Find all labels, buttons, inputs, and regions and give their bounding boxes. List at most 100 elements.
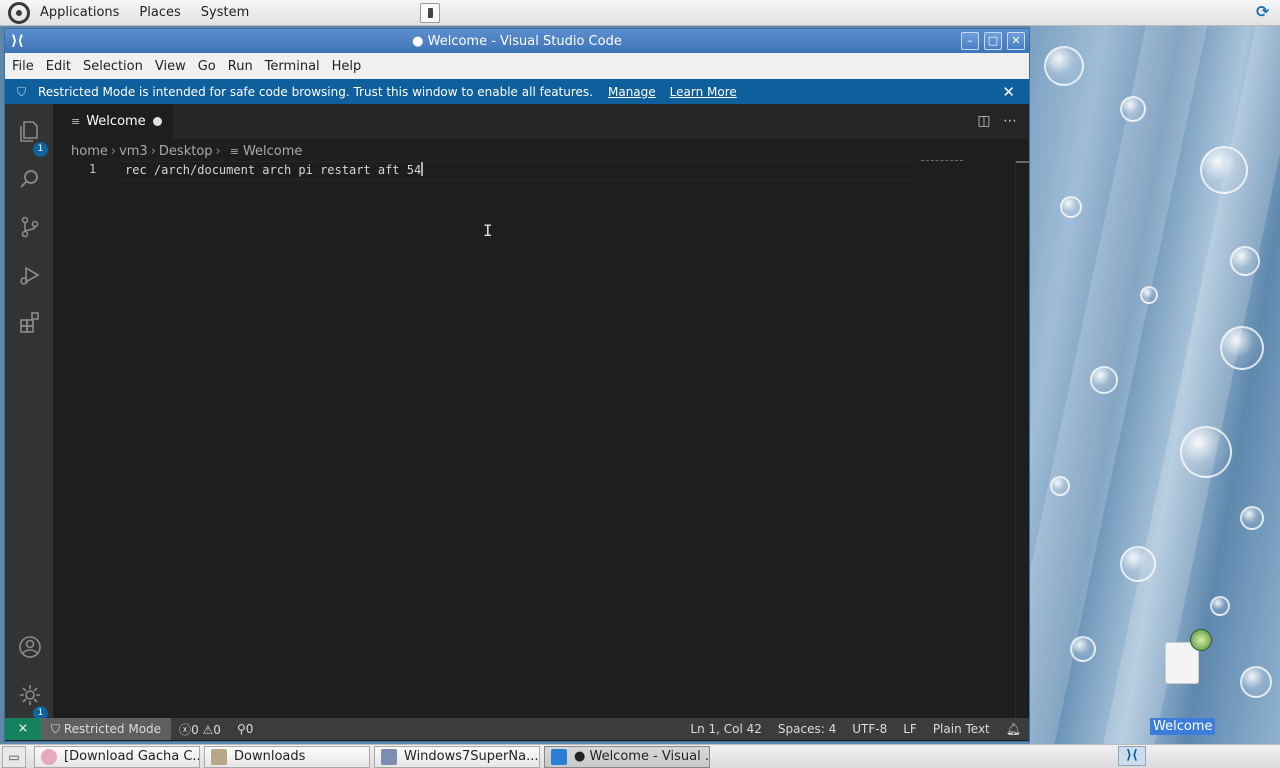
menu-edit[interactable]: Edit [40,59,77,74]
restricted-mode-status[interactable]: ⛉ Restricted Mode [41,718,172,740]
document-icon [1165,629,1212,684]
workspace-switcher-icon[interactable]: ⟩⟨ [1118,746,1146,766]
window-title-bar[interactable]: ⟩⟨ ● Welcome - Visual Studio Code – □ ✕ [5,29,1029,53]
folder-icon [211,748,227,765]
desktop-icon-label: Welcome [1150,718,1216,735]
search-icon[interactable] [17,166,43,192]
bubble [1050,476,1070,496]
window-title: ● Welcome - Visual Studio Code [412,33,622,49]
unsaved-dot-icon[interactable] [153,117,162,126]
menu-go[interactable]: Go [192,59,222,74]
run-debug-icon[interactable] [17,262,43,288]
ports-icon: ⚲ [236,722,246,736]
minimize-button[interactable]: – [961,32,979,50]
text-file-icon: ≡ [71,115,81,128]
indentation-status[interactable]: Spaces: 4 [770,722,844,736]
menu-run[interactable]: Run [222,59,259,74]
top-panel: Applications Places System ⟳ [0,0,1280,26]
breadcrumb-desktop[interactable]: Desktop [159,144,213,159]
bubble [1090,366,1118,394]
eol-status[interactable]: LF [895,722,925,736]
bubble [1044,46,1084,86]
remote-indicator-button[interactable]: ⨯ [5,718,41,740]
account-icon[interactable] [17,634,43,660]
bubble [1230,246,1260,276]
desktop-file-icon-welcome[interactable]: Welcome [1150,629,1216,735]
taskbar-item-label: Downloads [234,749,306,764]
restricted-mode-label: Restricted Mode [63,722,162,736]
ports-count: 0 [245,722,254,736]
editor-area[interactable]: 1 rec /arch/document arch pi restart aft… [53,160,1013,718]
taskbar-item-label: Windows7SuperNa... [404,749,539,764]
taskbar-item-downloads[interactable]: Downloads [204,745,370,768]
menu-file[interactable]: File [5,59,40,74]
taskbar-item-vscode[interactable]: ● Welcome - Visual ... [544,745,710,768]
taskbar-item-download-gacha[interactable]: [Download Gacha C... [34,745,200,768]
editor-scrollbar[interactable] [1015,161,1029,718]
source-control-icon[interactable] [17,214,43,240]
update-notifier-icon[interactable]: ⟳ [1256,2,1276,22]
bubble [1070,636,1096,662]
mouse-ibeam-icon: I [483,221,493,240]
breadcrumb-vm3[interactable]: vm3 [119,144,148,159]
status-bar: ⨯ ⛉ Restricted Mode ⓧ0 ⚠0 ⚲0 Ln 1, Col 4… [5,718,1029,740]
places-menu[interactable]: Places [129,5,190,20]
menu-selection[interactable]: Selection [77,59,149,74]
bubble [1240,506,1264,530]
code-line[interactable]: rec /arch/document arch pi restart aft 5… [125,162,424,178]
chevron-right-icon: › [215,143,221,159]
activity-bar: 1 1 [5,104,53,721]
code-line-text: rec /arch/document arch pi restart aft 5… [125,163,422,177]
bottom-panel: ▭ [Download Gacha C... Downloads Windows… [0,744,1280,768]
show-desktop-icon[interactable]: ▭ [2,745,26,768]
banner-message: Restricted Mode is intended for safe cod… [38,84,593,99]
banner-close-icon[interactable]: ✕ [1002,83,1015,101]
menu-help[interactable]: Help [326,59,368,74]
system-menu[interactable]: System [191,5,259,20]
close-button[interactable]: ✕ [1007,32,1025,50]
notifications-bell-icon[interactable]: 🔔︎ [998,722,1029,736]
problems-status[interactable]: ⓧ0 ⚠0 [171,721,229,738]
warning-icon: ⚠ [202,722,214,737]
text-cursor [421,162,424,176]
scroll-marker [1016,161,1029,163]
bubble [1210,596,1230,616]
status-bar-right: Ln 1, Col 42 Spaces: 4 UTF-8 LF Plain Te… [682,722,1029,736]
extensions-icon[interactable] [17,310,43,336]
split-editor-icon[interactable]: ◫ [975,112,993,130]
taskbar-item-label: ● Welcome - Visual ... [574,749,710,764]
breadcrumb-welcome[interactable]: Welcome [243,144,302,159]
ports-status[interactable]: ⚲0 [229,722,261,736]
gear-icon[interactable] [17,682,43,708]
language-mode-status[interactable]: Plain Text [925,722,998,736]
menu-view[interactable]: View [149,59,192,74]
error-count: 0 [191,722,199,737]
applications-menu[interactable]: Applications [30,5,129,20]
shield-icon: ⛉ [17,84,27,99]
text-file-icon: ≡ [229,144,239,158]
error-icon: ⓧ [179,722,192,737]
panel-applet-icon[interactable] [420,3,440,23]
manage-link[interactable]: Manage [608,85,656,99]
terminal-window-icon [381,748,397,765]
emblem-icon [1190,629,1212,651]
taskbar-item-windows7[interactable]: Windows7SuperNa... [374,745,540,768]
learn-more-link[interactable]: Learn More [670,85,737,99]
menu-terminal[interactable]: Terminal [259,59,326,74]
chevron-right-icon: › [150,143,156,159]
editor-tab-bar: ≡ Welcome ◫ ⋯ [53,104,1029,139]
menu-bar: File Edit Selection View Go Run Terminal… [5,53,1029,79]
desktop-wallpaper [1030,26,1280,744]
bubble [1200,146,1248,194]
tab-label: Welcome [86,114,146,129]
tab-welcome[interactable]: ≡ Welcome [53,104,173,139]
distro-logo-icon[interactable] [8,1,30,24]
breadcrumb-home[interactable]: home [71,144,108,159]
maximize-button[interactable]: □ [984,32,1002,50]
encoding-status[interactable]: UTF-8 [844,722,895,736]
minimap-line[interactable] [921,160,963,162]
bubble [1140,286,1158,304]
cursor-position-status[interactable]: Ln 1, Col 42 [682,722,770,736]
more-actions-icon[interactable]: ⋯ [1001,112,1019,130]
explorer-icon[interactable] [17,118,43,144]
